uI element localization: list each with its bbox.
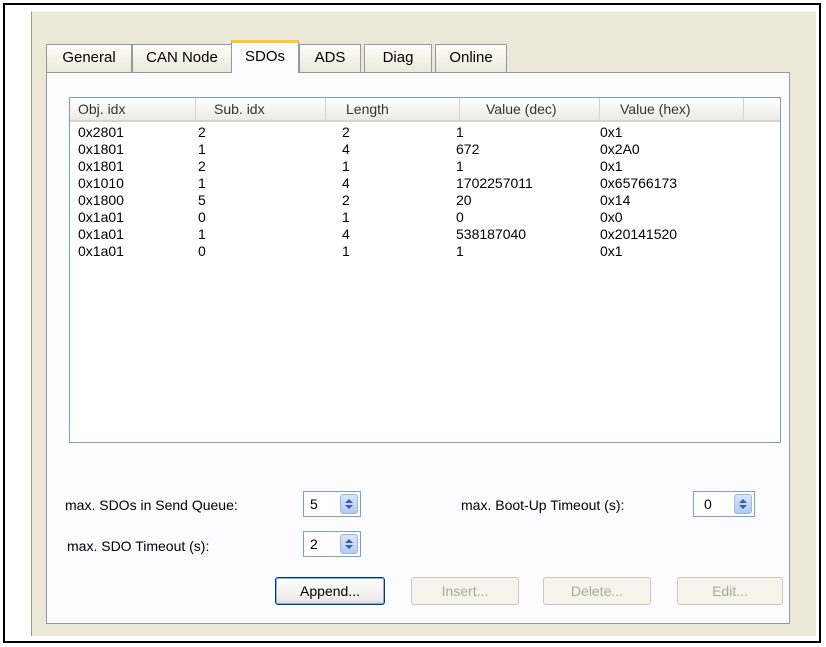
spin-up-down-icon[interactable] (734, 494, 752, 514)
edit-button[interactable]: Edit... (677, 577, 783, 605)
cell-length: 2 (342, 192, 350, 208)
column-header-sub-idx[interactable]: Sub. idx (196, 98, 326, 120)
bootup-timeout-spinner[interactable]: 0 (693, 491, 755, 517)
cell-sub-idx: 1 (198, 141, 206, 157)
cell-obj-idx: 0x1a01 (78, 209, 124, 225)
cell-obj-idx: 0x1010 (78, 175, 124, 191)
column-header-obj-idx[interactable]: Obj. idx (70, 98, 196, 120)
column-header-value-dec[interactable]: Value (dec) (460, 98, 600, 120)
insert-button[interactable]: Insert... (411, 577, 519, 605)
table-row[interactable]: 0x1a01 0 1 0 0x0 (70, 209, 780, 226)
cell-value-dec: 672 (456, 141, 480, 157)
table-row[interactable]: 0x1800 5 2 20 0x14 (70, 192, 780, 209)
sdo-timeout-label: max. SDO Timeout (s): (67, 538, 210, 554)
delete-button[interactable]: Delete... (543, 577, 651, 605)
cell-length: 1 (342, 209, 350, 225)
spin-up-down-icon[interactable] (340, 534, 358, 554)
cell-obj-idx: 0x1801 (78, 141, 124, 157)
bootup-timeout-label: max. Boot-Up Timeout (s): (461, 497, 625, 513)
cell-obj-idx: 0x1801 (78, 158, 124, 174)
cell-sub-idx: 5 (198, 192, 206, 208)
cell-sub-idx: 2 (198, 158, 206, 174)
column-header-length[interactable]: Length (326, 98, 460, 120)
cell-obj-idx: 0x1a01 (78, 226, 124, 242)
cell-obj-idx: 0x1a01 (78, 243, 124, 259)
cell-value-hex: 0x2A0 (600, 141, 640, 157)
sdo-list[interactable]: Obj. idx Sub. idx Length Value (dec) Val… (69, 97, 781, 443)
tab-ads[interactable]: ADS (299, 44, 361, 72)
cell-value-hex: 0x0 (600, 209, 623, 225)
column-header-value-hex[interactable]: Value (hex) (600, 98, 744, 120)
cell-sub-idx: 0 (198, 209, 206, 225)
cell-value-hex: 0x1 (600, 158, 623, 174)
cell-length: 1 (342, 158, 350, 174)
table-row[interactable]: 0x1a01 1 4 538187040 0x20141520 (70, 226, 780, 243)
screenshot-frame: General CAN Node SDOs ADS Diag Online Ob… (3, 3, 821, 643)
cell-value-dec: 1702257011 (456, 175, 533, 191)
cell-value-hex: 0x1 (600, 124, 623, 140)
bootup-timeout-value: 0 (704, 496, 712, 512)
list-body: 0x2801 2 2 1 0x1 0x1801 1 4 672 0x2A0 0x… (70, 124, 780, 260)
cell-sub-idx: 1 (198, 175, 206, 191)
table-row[interactable]: 0x1010 1 4 1702257011 0x65766173 (70, 175, 780, 192)
send-queue-label: max. SDOs in Send Queue: (65, 497, 238, 513)
append-button[interactable]: Append... (275, 577, 385, 605)
cell-length: 4 (342, 141, 350, 157)
cell-sub-idx: 1 (198, 226, 206, 242)
tab-sdos[interactable]: SDOs (231, 40, 299, 73)
table-row[interactable]: 0x1a01 0 1 1 0x1 (70, 243, 780, 260)
cell-value-dec: 1 (456, 243, 464, 259)
cell-length: 4 (342, 226, 350, 242)
cell-value-hex: 0x65766173 (600, 175, 678, 191)
cell-obj-idx: 0x2801 (78, 124, 124, 140)
tab-general[interactable]: General (46, 44, 132, 72)
sdo-timeout-value: 2 (310, 536, 318, 552)
cell-length: 4 (342, 175, 350, 191)
cell-value-dec: 20 (456, 192, 472, 208)
send-queue-value: 5 (310, 496, 318, 512)
cell-length: 1 (342, 243, 350, 259)
tab-can-node[interactable]: CAN Node (132, 44, 232, 72)
table-row[interactable]: 0x2801 2 2 1 0x1 (70, 124, 780, 141)
send-queue-spinner[interactable]: 5 (303, 491, 361, 517)
table-row[interactable]: 0x1801 1 4 672 0x2A0 (70, 141, 780, 158)
cell-value-dec: 1 (456, 124, 464, 140)
sdo-timeout-spinner[interactable]: 2 (303, 531, 361, 557)
tab-online[interactable]: Online (435, 44, 507, 72)
sdo-dialog: General CAN Node SDOs ADS Diag Online Ob… (31, 11, 816, 636)
sdos-panel: Obj. idx Sub. idx Length Value (dec) Val… (46, 72, 790, 624)
list-header: Obj. idx Sub. idx Length Value (dec) Val… (70, 98, 780, 122)
cell-value-dec: 0 (456, 209, 464, 225)
cell-value-hex: 0x14 (600, 192, 631, 208)
table-row[interactable]: 0x1801 2 1 1 0x1 (70, 158, 780, 175)
cell-value-hex: 0x20141520 (600, 226, 678, 242)
tab-diag[interactable]: Diag (364, 44, 432, 72)
spin-up-down-icon[interactable] (340, 494, 358, 514)
cell-value-hex: 0x1 (600, 243, 623, 259)
cell-length: 2 (342, 124, 350, 140)
cell-value-dec: 1 (456, 158, 464, 174)
cell-sub-idx: 0 (198, 243, 206, 259)
cell-obj-idx: 0x1800 (78, 192, 124, 208)
cell-value-dec: 538187040 (456, 226, 527, 242)
cell-sub-idx: 2 (198, 124, 206, 140)
